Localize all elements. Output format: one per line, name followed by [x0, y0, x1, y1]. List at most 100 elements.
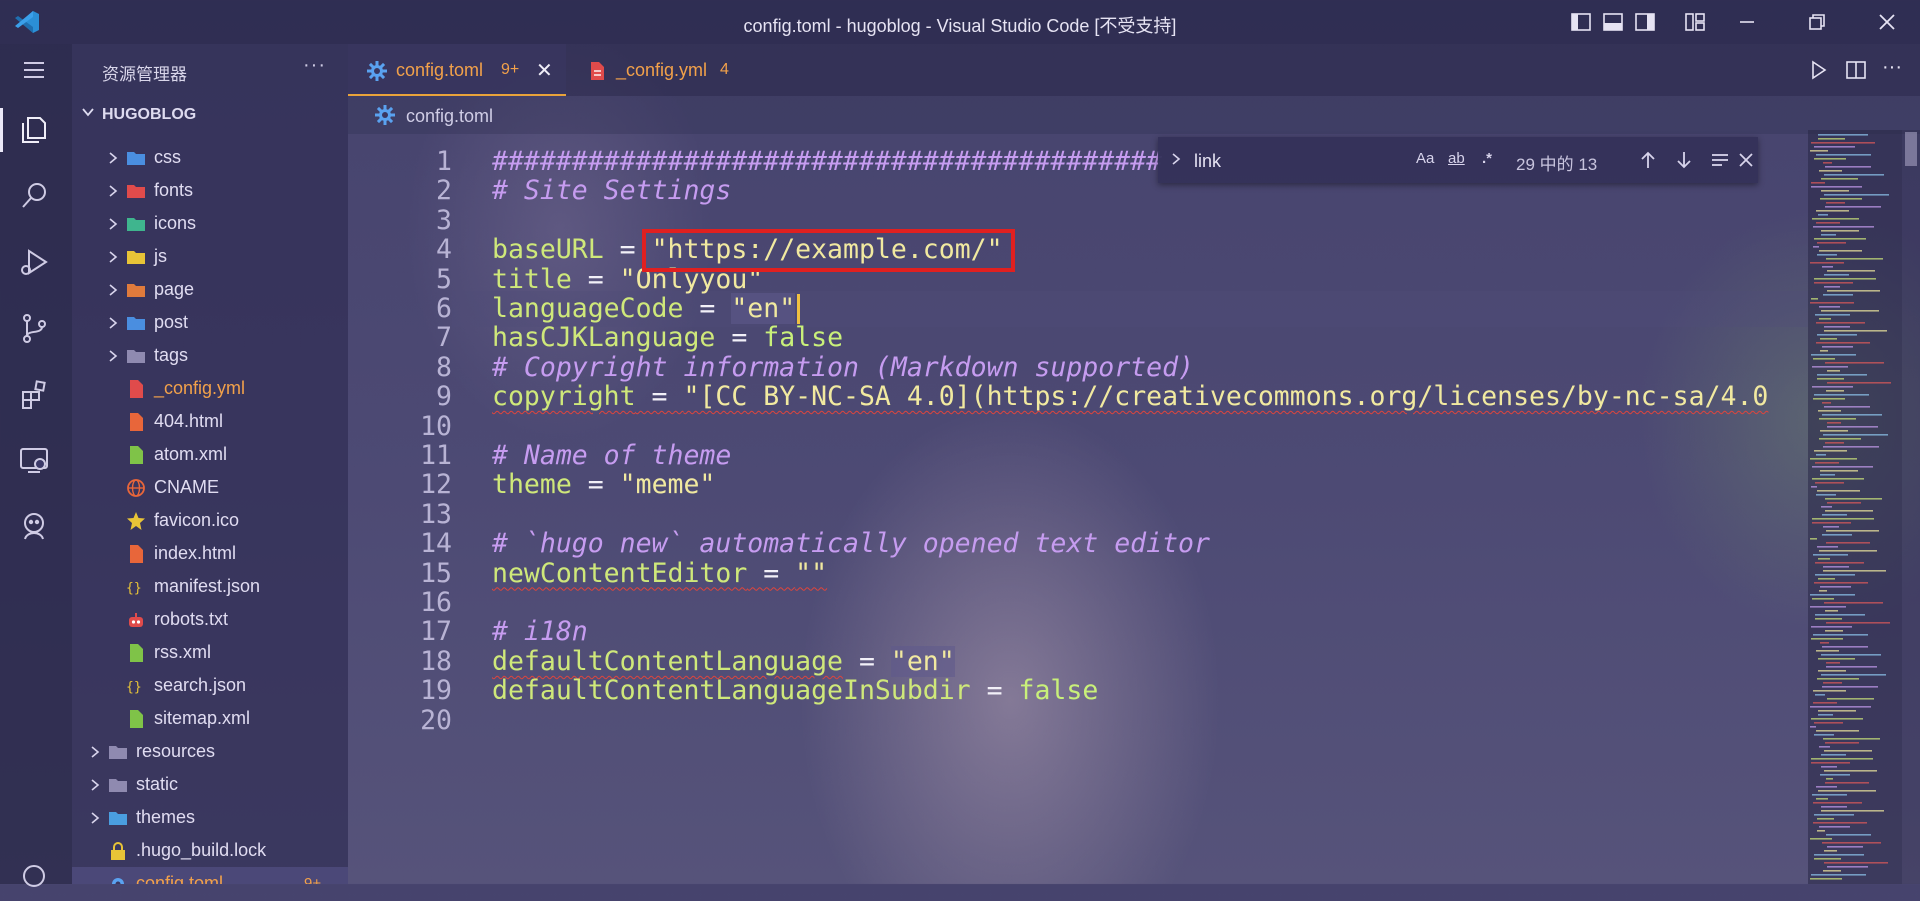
tree-file-item[interactable]: {} search.json [72, 669, 348, 702]
code-line[interactable]: # `hugo new` automatically opened text e… [492, 528, 1210, 559]
editor-tabs: config.toml 9+ ✕ _config.yml 4 ··· [348, 44, 1920, 96]
previous-match-icon[interactable] [1636, 148, 1660, 172]
toggle-primary-sidebar-icon[interactable] [1570, 11, 1592, 33]
breadcrumb: config.toml [348, 96, 1920, 134]
code-line[interactable]: newContentEditor = "" [492, 558, 827, 589]
tree-file-item[interactable]: robots.txt [72, 603, 348, 636]
scrollbar-thumb[interactable] [1905, 132, 1917, 166]
extensions-icon[interactable] [14, 374, 58, 418]
tree-file-item[interactable]: .hugo_build.lock [72, 834, 348, 867]
tree-file-item[interactable]: {} manifest.json [72, 570, 348, 603]
next-match-icon[interactable] [1672, 148, 1696, 172]
tree-folder-item[interactable]: themes [72, 801, 348, 834]
tree-file-item[interactable]: rss.xml [72, 636, 348, 669]
code-line[interactable]: defaultContentLanguage = "en" [492, 645, 955, 677]
tree-file-item[interactable]: CNAME [72, 471, 348, 504]
find-in-selection-icon[interactable] [1708, 148, 1732, 172]
code-line[interactable]: # Name of theme [492, 440, 731, 471]
code-line[interactable]: copyright = "[CC BY-NC-SA 4.0](https://c… [492, 381, 1768, 412]
run-icon[interactable] [1806, 58, 1830, 82]
tab-label: _config.yml [616, 60, 708, 80]
minimap[interactable] [1808, 130, 1902, 884]
gear-icon [108, 874, 128, 884]
tree-folder-item[interactable]: static [72, 768, 348, 801]
search-icon[interactable] [14, 176, 58, 220]
toggle-secondary-sidebar-icon[interactable] [1634, 11, 1656, 33]
gear-icon [374, 104, 396, 126]
restore-icon[interactable] [1806, 11, 1828, 33]
code-token: false [1018, 675, 1099, 707]
run-debug-icon[interactable] [14, 242, 58, 286]
tree-file-item[interactable]: favicon.ico [72, 504, 348, 537]
tree-item-label: fonts [154, 180, 194, 200]
code-editor[interactable]: 1 #######################################… [348, 134, 1808, 884]
tree-item-label: index.html [154, 543, 237, 563]
accounts-icon[interactable] [14, 856, 58, 900]
tab-config-yml[interactable]: _config.yml 4 [568, 44, 738, 96]
account-avatar-icon[interactable] [14, 506, 58, 550]
tree-file-item[interactable]: config.toml 9+ [72, 867, 348, 884]
tree-folder-item[interactable]: resources [72, 735, 348, 768]
tree-item-label: tags [154, 345, 189, 365]
split-editor-icon[interactable] [1844, 58, 1868, 82]
tree-folder-item[interactable]: fonts [72, 174, 348, 207]
tree-file-item[interactable]: _config.yml [72, 372, 348, 405]
source-control-icon[interactable] [14, 308, 58, 352]
tree-folder-item[interactable]: js [72, 240, 348, 273]
whole-word-toggle[interactable]: ab [1448, 150, 1465, 167]
tree-item-label: manifest.json [154, 576, 261, 596]
tree-file-item[interactable]: index.html [72, 537, 348, 570]
tree-folder-item[interactable]: tags [72, 339, 348, 372]
code-line[interactable]: languageCode = "en" [492, 293, 796, 324]
code-token: "" [795, 557, 828, 589]
tree-file-item[interactable]: sitemap.xml [72, 702, 348, 735]
customize-layout-icon[interactable] [1684, 11, 1706, 33]
toggle-panel-icon[interactable] [1602, 11, 1624, 33]
tree-item-label: atom.xml [154, 444, 228, 464]
tree-file-item[interactable]: atom.xml [72, 438, 348, 471]
tree-item-label: sitemap.xml [154, 708, 251, 728]
line-number: 15 [420, 557, 452, 589]
line-number: 6 [436, 293, 452, 324]
tree-item-label: css [154, 147, 181, 167]
menu-icon[interactable] [14, 50, 58, 94]
chevron-right-icon [106, 150, 120, 171]
more-actions-icon[interactable]: ··· [303, 54, 326, 77]
code-token: languageCode [492, 293, 684, 324]
find-widget: Aa ab .* 29 中的 13 [1158, 137, 1758, 183]
tab-config-toml[interactable]: config.toml 9+ ✕ [348, 44, 566, 96]
code-line[interactable]: # Site Settings [492, 175, 731, 206]
tree-item-label: themes [136, 807, 196, 827]
match-case-toggle[interactable]: Aa [1416, 150, 1434, 167]
tree-file-item[interactable]: 404.html [72, 405, 348, 438]
chevron-right-icon [106, 216, 120, 237]
folder-css-icon [126, 148, 146, 168]
tree-folder-item[interactable]: page [72, 273, 348, 306]
regex-toggle[interactable]: .* [1482, 150, 1492, 167]
tree-folder-item[interactable]: post [72, 306, 348, 339]
toggle-replace-icon[interactable] [1168, 149, 1184, 174]
close-tab-icon[interactable]: ✕ [536, 58, 553, 83]
svg-text:{}: {} [126, 581, 142, 596]
line-number: 12 [420, 469, 452, 501]
html-file-icon [126, 544, 146, 564]
minimize-icon[interactable] [1736, 11, 1758, 33]
line-number: 1 [436, 146, 452, 177]
line-number: 11 [420, 440, 452, 471]
close-window-icon[interactable] [1876, 11, 1898, 33]
tree-folder-item[interactable]: icons [72, 207, 348, 240]
code-line[interactable]: hasCJKLanguage = false [492, 322, 843, 353]
code-line[interactable]: # Copyright information (Markdown suppor… [492, 352, 1194, 383]
tree-folder-item[interactable]: css [72, 141, 348, 174]
close-find-icon[interactable] [1734, 148, 1758, 172]
code-line[interactable]: # i18n [492, 616, 588, 647]
explorer-icon[interactable] [14, 108, 58, 152]
workspace-root[interactable]: HUGOBLOG [72, 102, 348, 128]
code-line[interactable]: defaultContentLanguageInSubdir = false [492, 675, 1098, 706]
code-line[interactable]: ########################################… [492, 146, 1162, 177]
more-actions-icon[interactable]: ··· [1882, 56, 1906, 80]
vertical-scrollbar[interactable] [1902, 130, 1920, 884]
code-line[interactable]: theme = "meme" [492, 469, 715, 500]
breadcrumb-file[interactable]: config.toml [406, 106, 493, 127]
remote-explorer-icon[interactable] [14, 440, 58, 484]
